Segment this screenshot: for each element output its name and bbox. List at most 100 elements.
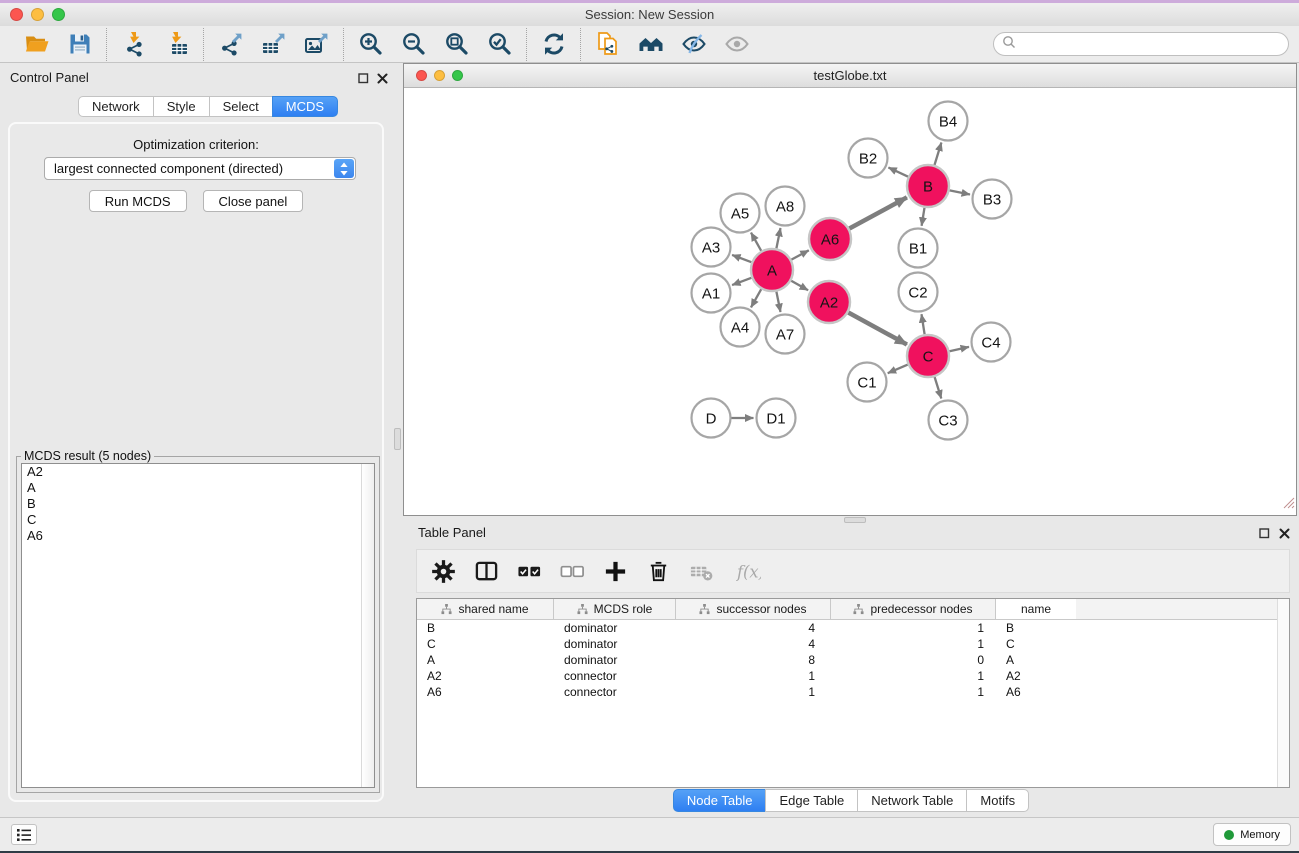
- add-column-icon[interactable]: [602, 558, 628, 584]
- table-row[interactable]: A6connector11A6: [417, 684, 1289, 700]
- zoom-selected-icon[interactable]: [486, 31, 513, 58]
- search-box[interactable]: [993, 32, 1289, 56]
- node-A2[interactable]: A2: [808, 281, 850, 323]
- vertical-splitter-handle[interactable]: [394, 428, 401, 450]
- close-panel-button[interactable]: Close panel: [203, 190, 304, 212]
- export-image-icon[interactable]: [303, 31, 330, 58]
- open-folder-icon[interactable]: [23, 31, 50, 58]
- edge-A2-C[interactable]: [848, 313, 907, 345]
- node-A[interactable]: A: [751, 249, 793, 291]
- control-panel-float-icon[interactable]: [357, 72, 370, 85]
- edge-C-C3[interactable]: [935, 377, 942, 399]
- table-panel-close-icon[interactable]: [1278, 527, 1291, 540]
- welcome-screen-icon[interactable]: [637, 31, 664, 58]
- tab-style[interactable]: Style: [153, 96, 210, 117]
- zoom-in-icon[interactable]: [357, 31, 384, 58]
- edge-B-B4[interactable]: [935, 143, 942, 166]
- export-network-icon[interactable]: [217, 31, 244, 58]
- node-A7[interactable]: A7: [766, 315, 805, 354]
- node-B3[interactable]: B3: [973, 180, 1012, 219]
- tab-node-table[interactable]: Node Table: [673, 789, 767, 812]
- control-panel-close-icon[interactable]: [376, 72, 389, 85]
- mcds-list-scrollbar[interactable]: [361, 464, 374, 787]
- mcds-result-item[interactable]: C: [22, 512, 374, 528]
- node-B1[interactable]: B1: [899, 229, 938, 268]
- node-B4[interactable]: B4: [929, 102, 968, 141]
- mcds-result-item[interactable]: A6: [22, 528, 374, 544]
- node-C1[interactable]: C1: [848, 363, 887, 402]
- show-column-icon[interactable]: [473, 558, 499, 584]
- node-B2[interactable]: B2: [849, 139, 888, 178]
- edge-C-C4[interactable]: [950, 347, 970, 351]
- resize-grip-icon[interactable]: [1282, 496, 1295, 514]
- edge-A-A2[interactable]: [791, 281, 808, 291]
- node-A1[interactable]: A1: [692, 274, 731, 313]
- mcds-result-item[interactable]: A2: [22, 464, 374, 480]
- import-table-icon[interactable]: [163, 31, 190, 58]
- node-C4[interactable]: C4: [972, 323, 1011, 362]
- edge-A-A4[interactable]: [751, 289, 761, 307]
- hide-graphics-details-icon[interactable]: [680, 31, 707, 58]
- settings-gear-icon[interactable]: [430, 558, 456, 584]
- node-C3[interactable]: C3: [929, 401, 968, 440]
- edge-A-A5[interactable]: [751, 233, 761, 251]
- tab-network[interactable]: Network: [78, 96, 154, 117]
- memory-button[interactable]: Memory: [1213, 823, 1291, 846]
- run-mcds-button[interactable]: Run MCDS: [89, 190, 187, 212]
- deselect-all-icon[interactable]: [559, 558, 585, 584]
- save-icon[interactable]: [66, 31, 93, 58]
- edge-B-B1[interactable]: [922, 208, 925, 226]
- column-header-successor-nodes[interactable]: successor nodes: [676, 599, 831, 619]
- node-A3[interactable]: A3: [692, 228, 731, 267]
- node-A8[interactable]: A8: [766, 187, 805, 226]
- edge-B-B3[interactable]: [950, 190, 970, 194]
- dev-panel-button[interactable]: [11, 824, 37, 845]
- select-all-icon[interactable]: [516, 558, 542, 584]
- table-row[interactable]: Adominator80A: [417, 652, 1289, 668]
- node-A6[interactable]: A6: [809, 218, 851, 260]
- mcds-result-item[interactable]: B: [22, 496, 374, 512]
- edge-A-A6[interactable]: [791, 250, 808, 259]
- column-header-shared-name[interactable]: shared name: [417, 599, 554, 619]
- node-D1[interactable]: D1: [757, 399, 796, 438]
- export-table-icon[interactable]: [260, 31, 287, 58]
- tab-edge-table[interactable]: Edge Table: [765, 789, 858, 812]
- edge-A-A8[interactable]: [776, 228, 780, 248]
- table-scrollbar[interactable]: [1277, 599, 1289, 787]
- table-panel-float-icon[interactable]: [1258, 527, 1271, 540]
- mcds-result-item[interactable]: A: [22, 480, 374, 496]
- table-row[interactable]: A2connector11A2: [417, 668, 1289, 684]
- node-D[interactable]: D: [692, 399, 731, 438]
- criterion-dropdown[interactable]: largest connected component (directed): [44, 157, 356, 180]
- table-row[interactable]: Bdominator41B: [417, 620, 1289, 636]
- network-graph[interactable]: B4B2BB3A8A5A6A3B1AC2A1A2A4A7C4CC1C3DD1: [404, 89, 1296, 515]
- zoom-fit-icon[interactable]: [443, 31, 470, 58]
- refresh-icon[interactable]: [540, 31, 567, 58]
- mcds-result-list[interactable]: A2ABCA6: [21, 463, 375, 788]
- column-header-predecessor-nodes[interactable]: predecessor nodes: [831, 599, 996, 619]
- column-header-MCDS-role[interactable]: MCDS role: [554, 599, 676, 619]
- tab-mcds[interactable]: MCDS: [272, 96, 338, 117]
- edge-C-C2[interactable]: [922, 314, 925, 334]
- column-header-name[interactable]: name: [996, 599, 1076, 619]
- horizontal-splitter-handle[interactable]: [844, 517, 866, 523]
- search-input[interactable]: [1021, 34, 1288, 54]
- edge-C-C1[interactable]: [888, 365, 908, 374]
- edge-B-B2[interactable]: [888, 168, 908, 177]
- edge-A6-B[interactable]: [849, 197, 907, 228]
- edge-A-A1[interactable]: [732, 278, 751, 285]
- show-graphics-details-icon[interactable]: [723, 31, 750, 58]
- network-from-selection-icon[interactable]: [594, 31, 621, 58]
- import-network-icon[interactable]: [120, 31, 147, 58]
- node-B[interactable]: B: [907, 165, 949, 207]
- network-canvas[interactable]: B4B2BB3A8A5A6A3B1AC2A1A2A4A7C4CC1C3DD1: [404, 89, 1296, 515]
- tab-network-table[interactable]: Network Table: [857, 789, 967, 812]
- delete-rows-icon[interactable]: [645, 558, 671, 584]
- node-A4[interactable]: A4: [721, 308, 760, 347]
- edge-A-A3[interactable]: [732, 255, 751, 262]
- tab-motifs[interactable]: Motifs: [966, 789, 1029, 812]
- zoom-out-icon[interactable]: [400, 31, 427, 58]
- tab-select[interactable]: Select: [209, 96, 273, 117]
- edge-A-A7[interactable]: [776, 292, 780, 312]
- table-row[interactable]: Cdominator41C: [417, 636, 1289, 652]
